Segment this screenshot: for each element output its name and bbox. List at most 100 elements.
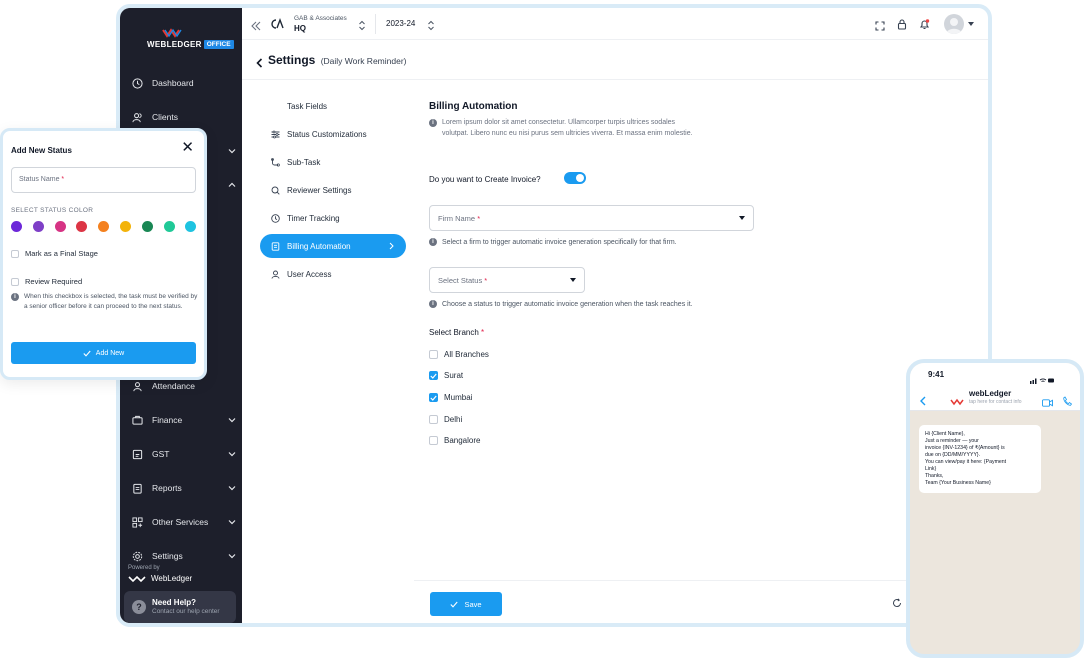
chat-header: webLedger tap here for contact info xyxy=(910,385,1080,411)
help-subtitle: Contact our help center xyxy=(152,608,220,615)
invoice-question: Do you want to Create Invoice? xyxy=(429,175,541,184)
settings-menu-label: Billing Automation xyxy=(287,241,351,251)
add-new-button[interactable]: Add New xyxy=(11,342,196,364)
year-switch-icon[interactable] xyxy=(427,18,435,36)
color-swatch[interactable] xyxy=(141,221,153,232)
color-swatch[interactable] xyxy=(185,221,197,232)
review-required-checkbox-row[interactable]: Review Required xyxy=(11,277,82,286)
checkbox[interactable] xyxy=(429,350,438,359)
checkbox[interactable] xyxy=(11,277,19,286)
close-icon[interactable]: ✕ xyxy=(181,140,194,155)
color-swatch[interactable] xyxy=(120,221,131,232)
branch-option-mumbai[interactable]: Mumbai xyxy=(429,393,472,402)
logo-text: WEBLEDGER xyxy=(147,40,202,49)
help-center-card[interactable]: ? Need Help? Contact our help center xyxy=(124,591,236,623)
review-required-label: Review Required xyxy=(25,277,83,286)
chevron-up-icon xyxy=(228,180,236,190)
chevron-down-icon xyxy=(228,415,236,425)
sidebar-item-reports[interactable]: Reports xyxy=(130,475,236,501)
color-swatch[interactable] xyxy=(76,221,88,232)
checkbox-checked[interactable] xyxy=(429,393,438,402)
branch-option-delhi[interactable]: Delhi xyxy=(429,415,462,424)
fullscreen-icon[interactable] xyxy=(875,18,885,36)
color-swatch[interactable] xyxy=(54,221,66,232)
branch-label-text: All Branches xyxy=(444,350,489,359)
branch-label-text: Delhi xyxy=(444,415,463,424)
lock-icon[interactable] xyxy=(897,17,907,35)
checkbox[interactable] xyxy=(11,249,19,258)
page-title-text: Settings xyxy=(268,53,316,67)
info-icon: i xyxy=(11,293,19,301)
phone-call-icon[interactable] xyxy=(1063,393,1073,411)
back-icon[interactable] xyxy=(256,55,263,73)
refresh-icon xyxy=(893,598,901,607)
save-button[interactable]: Save xyxy=(430,592,502,616)
sidebar-item-clients[interactable]: Clients xyxy=(130,104,236,130)
color-swatch[interactable] xyxy=(98,221,110,232)
org-name: GAB & Associates xyxy=(294,15,347,22)
save-label: Save xyxy=(464,599,482,609)
branch-option-surat[interactable]: Surat xyxy=(429,371,463,380)
settings-menu-billing-automation[interactable]: Billing Automation xyxy=(260,234,406,258)
users-icon xyxy=(130,110,144,124)
caret-down-icon xyxy=(739,216,745,220)
footer-divider xyxy=(414,580,988,581)
checkbox-checked[interactable] xyxy=(429,371,438,380)
firm-name-placeholder: Firm Name * xyxy=(438,214,481,223)
sidebar-item-label: Attendance xyxy=(152,381,196,391)
gear-icon xyxy=(130,549,144,563)
toggle-knob xyxy=(576,174,584,182)
status-name-input[interactable]: Status Name * xyxy=(11,167,196,193)
sidebar-item-dashboard[interactable]: Dashboard xyxy=(130,70,236,96)
collapse-sidebar-icon[interactable] xyxy=(251,18,261,36)
user-icon xyxy=(270,269,280,279)
video-call-icon[interactable] xyxy=(1042,394,1053,412)
status-hint: i Choose a status to trigger automatic i… xyxy=(429,300,693,308)
invoice-icon xyxy=(270,241,280,251)
attendance-icon xyxy=(130,379,144,393)
firm-name-select[interactable]: Firm Name * xyxy=(429,205,754,231)
clock-icon xyxy=(130,76,144,90)
settings-menu-timer-tracking[interactable]: Timer Tracking xyxy=(260,206,406,230)
branch-option-bangalore[interactable]: Bangalore xyxy=(429,436,480,445)
status-select[interactable]: Select Status * xyxy=(429,267,585,293)
settings-menu-sub-task[interactable]: Sub-Task xyxy=(260,150,406,174)
phone-status-bar: 9:41 xyxy=(910,363,1080,385)
checkbox[interactable] xyxy=(429,415,438,424)
sidebar-item-label: Clients xyxy=(152,112,178,122)
sidebar-item-label: GST xyxy=(152,449,170,459)
avatar[interactable] xyxy=(944,14,964,34)
color-swatch[interactable] xyxy=(32,221,44,232)
settings-menu-reviewer-settings[interactable]: Reviewer Settings xyxy=(260,178,406,202)
settings-menu-task-fields[interactable]: Task Fields xyxy=(260,94,406,118)
contact-name: webLedger xyxy=(969,389,1012,398)
check-icon xyxy=(83,350,91,357)
settings-menu-user-access[interactable]: User Access xyxy=(260,262,406,286)
settings-menu-status-customizations[interactable]: Status Customizations xyxy=(260,122,406,146)
contact-avatar xyxy=(950,393,964,411)
page-subtitle: (Daily Work Reminder) xyxy=(320,56,407,66)
final-stage-checkbox-row[interactable]: Mark as a Final Stage xyxy=(11,249,98,258)
color-swatch[interactable] xyxy=(163,221,175,232)
color-swatch[interactable] xyxy=(11,221,22,232)
app-window: WEBLEDGER OFFICE Dashboard Clients Atten… xyxy=(116,4,992,627)
sidebar-item-finance[interactable]: Finance xyxy=(130,407,236,433)
add-new-label: Add New xyxy=(95,349,125,357)
financial-year[interactable]: 2023-24 xyxy=(386,19,415,28)
page-header: Settings (Daily Work Reminder) xyxy=(242,40,988,80)
sliders-icon xyxy=(270,129,280,139)
back-icon[interactable] xyxy=(920,393,926,411)
color-label: SELECT STATUS COLOR xyxy=(11,207,94,214)
create-invoice-toggle[interactable] xyxy=(564,172,586,184)
sidebar-item-other-services[interactable]: Other Services xyxy=(130,509,236,535)
branch-option-all[interactable]: All Branches xyxy=(429,350,489,359)
bell-icon[interactable] xyxy=(919,17,930,35)
sidebar-item-gst[interactable]: GST xyxy=(130,441,236,467)
org-switch-icon[interactable] xyxy=(358,18,366,36)
caret-down-icon[interactable] xyxy=(968,22,974,26)
review-note-text: When this checkbox is selected, the task… xyxy=(24,293,198,310)
branch-label-text: Bangalore xyxy=(444,436,481,445)
phone-preview: 9:41 webLedger tap here for contact info… xyxy=(906,359,1084,658)
checkbox[interactable] xyxy=(429,436,438,445)
branch-label: Select Branch * xyxy=(429,328,485,337)
